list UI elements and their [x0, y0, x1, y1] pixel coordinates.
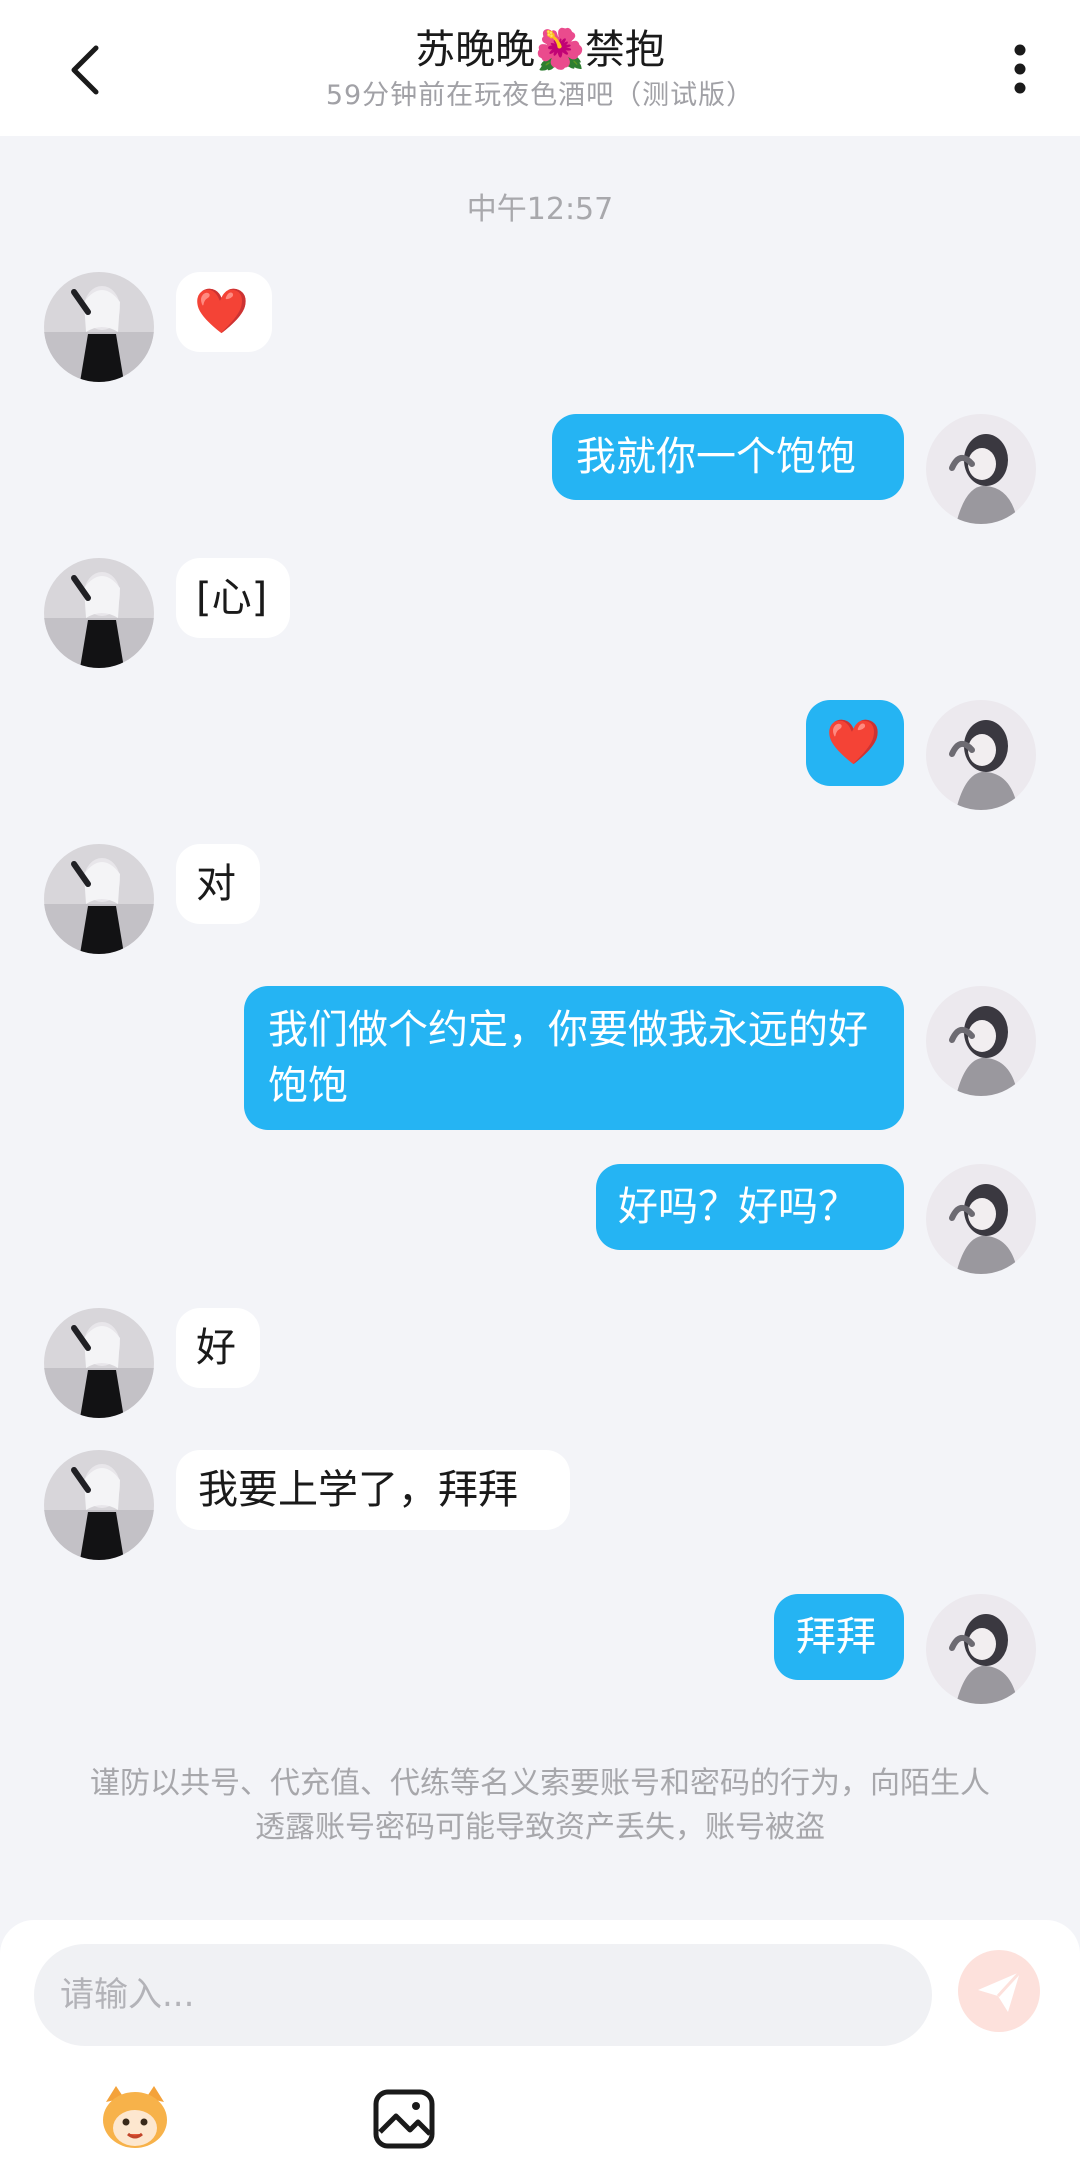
message-bubble[interactable]: 我要上学了，拜拜 [176, 1450, 570, 1530]
my-avatar[interactable] [926, 700, 1036, 810]
my-avatar[interactable] [926, 1594, 1036, 1704]
message-bubble[interactable]: 好吗？好吗？ [596, 1164, 904, 1250]
message-bubble[interactable]: [心] [176, 558, 290, 638]
send-button[interactable] [958, 1950, 1040, 2032]
my-avatar[interactable] [926, 1164, 1036, 1274]
chat-status: 59分钟前在玩夜色酒吧（测试版） [325, 80, 755, 111]
contact-avatar[interactable] [44, 272, 154, 382]
message-bubble[interactable]: 拜拜 [774, 1594, 904, 1680]
more-button[interactable] [1002, 40, 1038, 100]
input-placeholder: 请输入... [60, 1975, 195, 2015]
composer-bar: 请输入... [0, 1920, 1080, 2182]
emoji-mascot-icon [103, 2086, 167, 2148]
my-avatar[interactable] [926, 986, 1036, 1096]
message-bubble[interactable]: 对 [176, 844, 260, 924]
contact-avatar[interactable] [44, 1308, 154, 1418]
more-vertical-icon [1014, 44, 1026, 94]
chat-title: 苏晚晚🌺禁抱 [415, 27, 665, 73]
security-notice: 谨防以共号、代充值、代练等名义索要账号和密码的行为，向陌生人透露账号密码可能导致… [90, 1766, 990, 1845]
chat-header: 苏晚晚🌺禁抱 59分钟前在玩夜色酒吧（测试版） [0, 0, 1080, 136]
message-input[interactable]: 请输入... [34, 1944, 932, 2046]
contact-avatar[interactable] [44, 844, 154, 954]
send-icon [978, 1970, 1022, 2012]
contact-avatar[interactable] [44, 558, 154, 668]
message-bubble[interactable]: 我们做个约定，你要做我永远的好饱饱 [244, 986, 904, 1130]
contact-avatar[interactable] [44, 1450, 154, 1560]
message-bubble[interactable]: ❤️ [176, 272, 272, 352]
emoji-button[interactable] [94, 2082, 176, 2154]
message-bubble[interactable]: 我就你一个饱饱 [552, 414, 904, 500]
timestamp: 中午12:57 [466, 192, 614, 227]
my-avatar[interactable] [926, 414, 1036, 524]
image-button[interactable] [372, 2088, 436, 2150]
heart-icon: ❤️ [826, 717, 881, 768]
message-bubble[interactable]: ❤️ [806, 700, 904, 786]
image-icon [373, 2089, 435, 2149]
heart-icon: ❤️ [194, 286, 249, 337]
message-bubble[interactable]: 好 [176, 1308, 260, 1388]
